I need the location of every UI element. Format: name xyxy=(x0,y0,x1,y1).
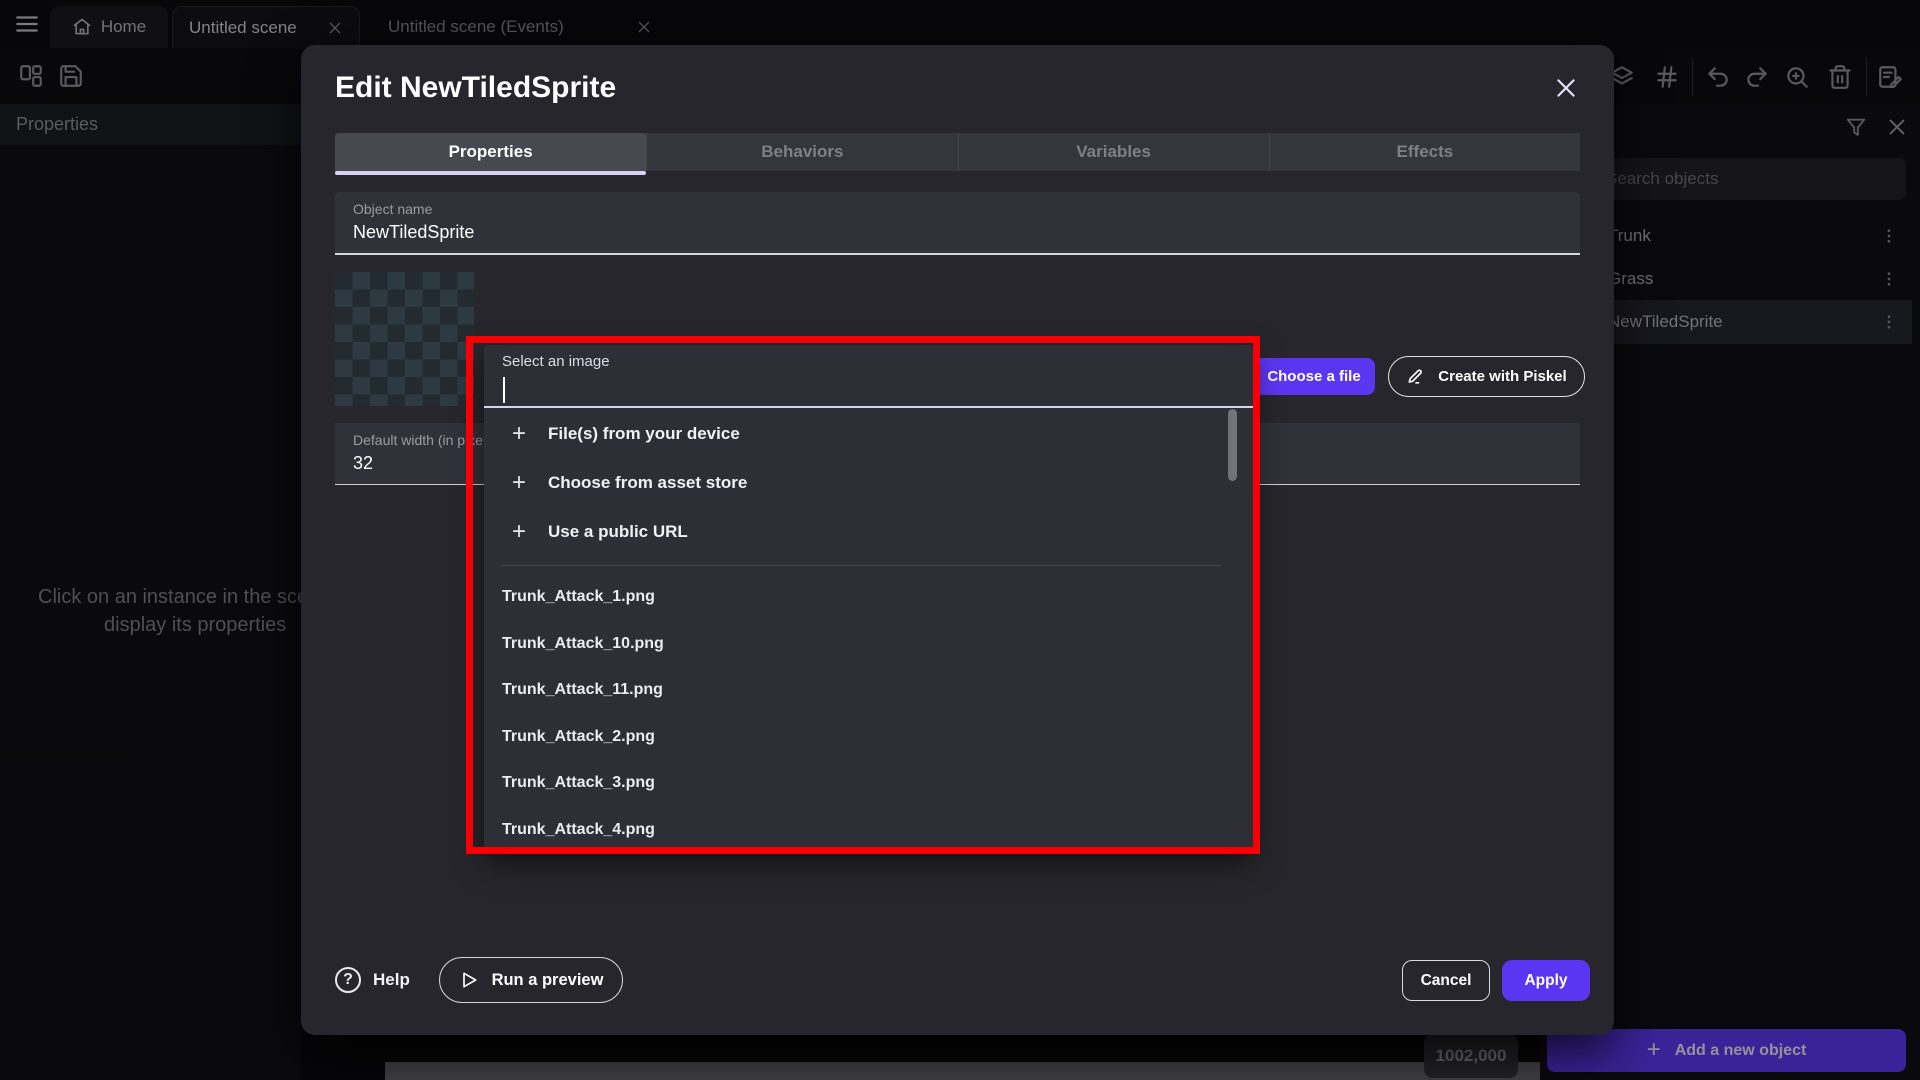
select-image-dropdown: Select an image + File(s) from your devi… xyxy=(484,345,1253,853)
help-icon: ? xyxy=(335,967,361,993)
file-option[interactable]: Trunk_Attack_2.png xyxy=(484,714,1229,761)
object-name-field[interactable]: Object name xyxy=(335,192,1580,255)
apply-button[interactable]: Apply xyxy=(1502,960,1590,1001)
tab-variables[interactable]: Variables xyxy=(958,133,1269,171)
default-width-label: Default width (in pixels) xyxy=(353,432,498,448)
file-option[interactable]: Trunk_Attack_3.png xyxy=(484,760,1229,807)
sprite-preview-placeholder xyxy=(335,272,474,406)
play-icon xyxy=(459,970,479,990)
pencil-icon xyxy=(1406,367,1426,387)
file-option[interactable]: Trunk_Attack_1.png xyxy=(484,574,1229,621)
plus-icon: + xyxy=(512,518,534,546)
file-option[interactable]: Trunk_Attack_10.png xyxy=(484,621,1229,668)
input-underline xyxy=(484,406,1253,408)
piskel-label: Create with Piskel xyxy=(1438,368,1566,385)
gdevelop-app: Home Untitled scene Untitled scene (Even… xyxy=(0,0,1920,1080)
option-use-public-url[interactable]: + Use a public URL xyxy=(484,507,1229,556)
option-choose-from-asset-store[interactable]: + Choose from asset store xyxy=(484,458,1229,507)
select-image-label: Select an image xyxy=(502,353,610,370)
dialog-tabs: Properties Behaviors Variables Effects xyxy=(335,133,1580,171)
plus-icon: + xyxy=(512,469,534,497)
option-label: File(s) from your device xyxy=(548,424,740,444)
object-name-input[interactable] xyxy=(353,222,1553,243)
option-label: Use a public URL xyxy=(548,522,688,542)
tab-properties[interactable]: Properties xyxy=(335,133,646,171)
tab-effects[interactable]: Effects xyxy=(1269,133,1580,171)
run-preview-button[interactable]: Run a preview xyxy=(439,957,623,1003)
plus-icon: + xyxy=(512,420,534,448)
file-option[interactable]: Trunk_Attack_4.png xyxy=(484,807,1229,854)
create-with-piskel-button[interactable]: Create with Piskel xyxy=(1388,356,1585,397)
dropdown-scrollbar[interactable] xyxy=(1228,409,1237,481)
tab-behaviors[interactable]: Behaviors xyxy=(646,133,957,171)
run-preview-label: Run a preview xyxy=(492,971,604,990)
help-label: Help xyxy=(373,970,410,990)
object-name-label: Object name xyxy=(353,201,432,217)
option-files-from-device[interactable]: + File(s) from your device xyxy=(484,409,1229,458)
close-dialog-icon[interactable] xyxy=(1553,75,1579,101)
file-option[interactable]: Trunk_Attack_11.png xyxy=(484,667,1229,714)
dropdown-divider xyxy=(502,565,1221,566)
option-label: Choose from asset store xyxy=(548,473,747,493)
text-caret xyxy=(503,377,505,403)
dialog-title: Edit NewTiledSprite xyxy=(335,71,616,105)
choose-file-button[interactable]: Choose a file xyxy=(1253,358,1375,395)
select-image-input[interactable] xyxy=(502,375,1202,405)
cancel-button[interactable]: Cancel xyxy=(1402,960,1490,1001)
active-tab-underline xyxy=(335,171,646,175)
help-button[interactable]: ? Help xyxy=(335,958,410,1002)
